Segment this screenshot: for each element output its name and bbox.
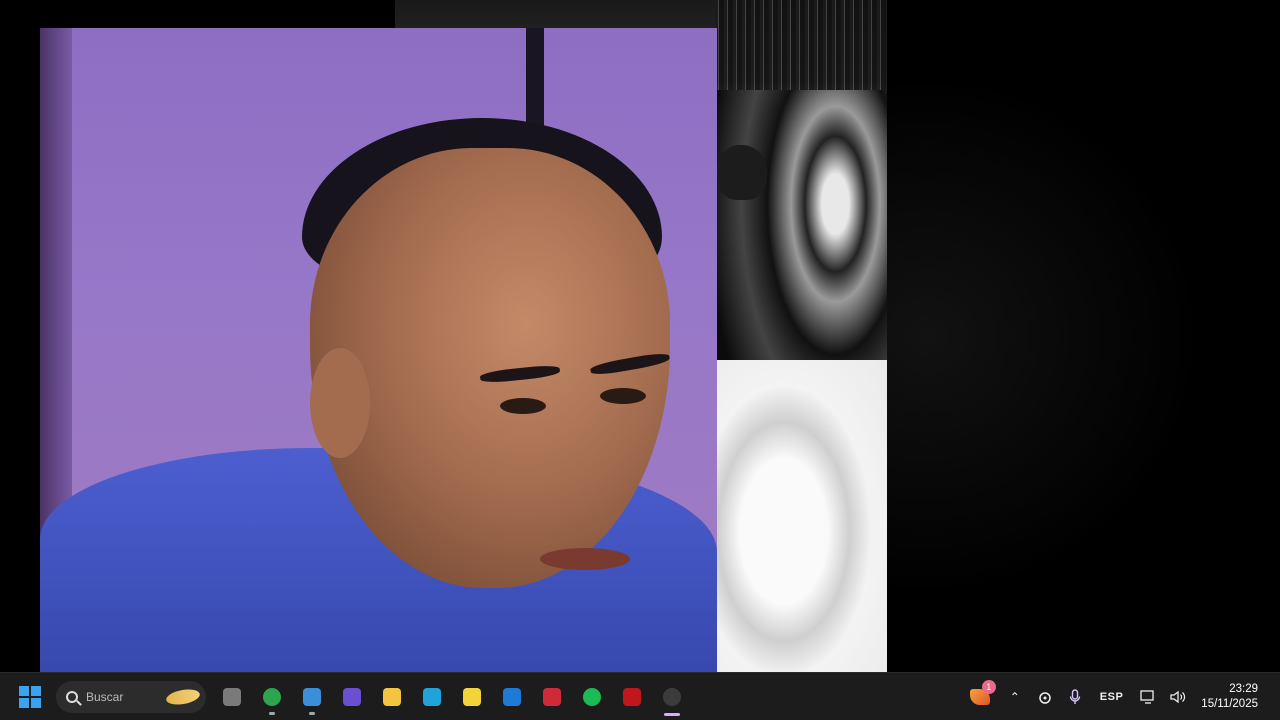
- spotify-icon: [583, 687, 601, 706]
- person-eye-left: [500, 398, 546, 414]
- sticky-notes-icon: [463, 687, 481, 706]
- show-hidden-icons-button[interactable]: ⌃: [1000, 677, 1030, 717]
- notification-badge: 1: [981, 679, 996, 694]
- chevron-up-icon: ⌃: [1009, 689, 1020, 704]
- search-placeholder: Buscar: [86, 689, 124, 704]
- show-desktop-corner[interactable]: [1268, 673, 1280, 720]
- taskbar: Buscar 1 ⌃ ESP 23:29 15/11/2025: [0, 672, 1280, 720]
- taskbar-app-edge[interactable]: [292, 677, 332, 717]
- red-app-icon: [623, 687, 641, 706]
- hotspot-button[interactable]: [1030, 677, 1060, 717]
- taskbar-app-ide[interactable]: [532, 677, 572, 717]
- file-explorer-icon: [223, 687, 241, 706]
- clock-time: 23:29: [1229, 682, 1258, 695]
- windows-icon: [19, 685, 41, 708]
- running-indicator: [269, 711, 275, 715]
- edge-icon: [303, 687, 321, 706]
- microphone-button[interactable]: [1060, 677, 1090, 717]
- notification-app-button[interactable]: 1: [960, 677, 1000, 717]
- taskbar-app-sticky-notes[interactable]: [452, 677, 492, 717]
- microphone-icon: [1069, 688, 1080, 704]
- pinned-apps: [212, 677, 692, 717]
- search-highlight-icon: [165, 686, 201, 707]
- taskbar-app-chrome[interactable]: [252, 677, 292, 717]
- webcam-feed: [40, 28, 717, 695]
- language-indicator[interactable]: ESP: [1090, 677, 1134, 717]
- search-icon: [66, 690, 78, 703]
- taskbar-app-folder[interactable]: [372, 677, 412, 717]
- edge-dev-icon: [423, 687, 441, 706]
- taskbar-app-edge-dev[interactable]: [412, 677, 452, 717]
- mail-icon: [503, 687, 521, 706]
- running-indicator: [664, 712, 680, 716]
- manga-light-wave: [715, 360, 887, 672]
- ide-icon: [543, 687, 561, 706]
- network-icon: [1140, 689, 1154, 704]
- taskbar-app-spotify[interactable]: [572, 677, 612, 717]
- system-tray: 1 ⌃ ESP 23:29 15/11/2025: [960, 673, 1280, 720]
- search-input[interactable]: Buscar: [56, 680, 206, 713]
- volume-button[interactable]: [1163, 677, 1193, 717]
- chrome-icon: [263, 687, 281, 706]
- clock-button[interactable]: 23:29 15/11/2025: [1193, 682, 1268, 712]
- person-ear: [310, 348, 370, 458]
- taskbar-app-mail[interactable]: [492, 677, 532, 717]
- clock-date: 15/11/2025: [1201, 697, 1258, 710]
- app-purple-icon: [343, 687, 361, 706]
- taskbar-app-file-explorer[interactable]: [212, 677, 252, 717]
- taskbar-app-app-purple[interactable]: [332, 677, 372, 717]
- start-button[interactable]: [10, 677, 50, 717]
- empty-screen-area: [887, 0, 1280, 672]
- hotspot-icon: [1039, 691, 1051, 704]
- network-button[interactable]: [1133, 677, 1163, 717]
- person-mouth: [540, 548, 630, 570]
- person-eye-right: [600, 388, 646, 404]
- taskbar-app-red-app[interactable]: [612, 677, 652, 717]
- taskbar-app-obs-studio[interactable]: [652, 677, 692, 717]
- obs-studio-icon: [663, 687, 681, 706]
- running-indicator: [309, 711, 315, 715]
- speaker-icon: [1170, 690, 1186, 703]
- folder-icon: [383, 687, 401, 706]
- manga-figure: [717, 145, 767, 200]
